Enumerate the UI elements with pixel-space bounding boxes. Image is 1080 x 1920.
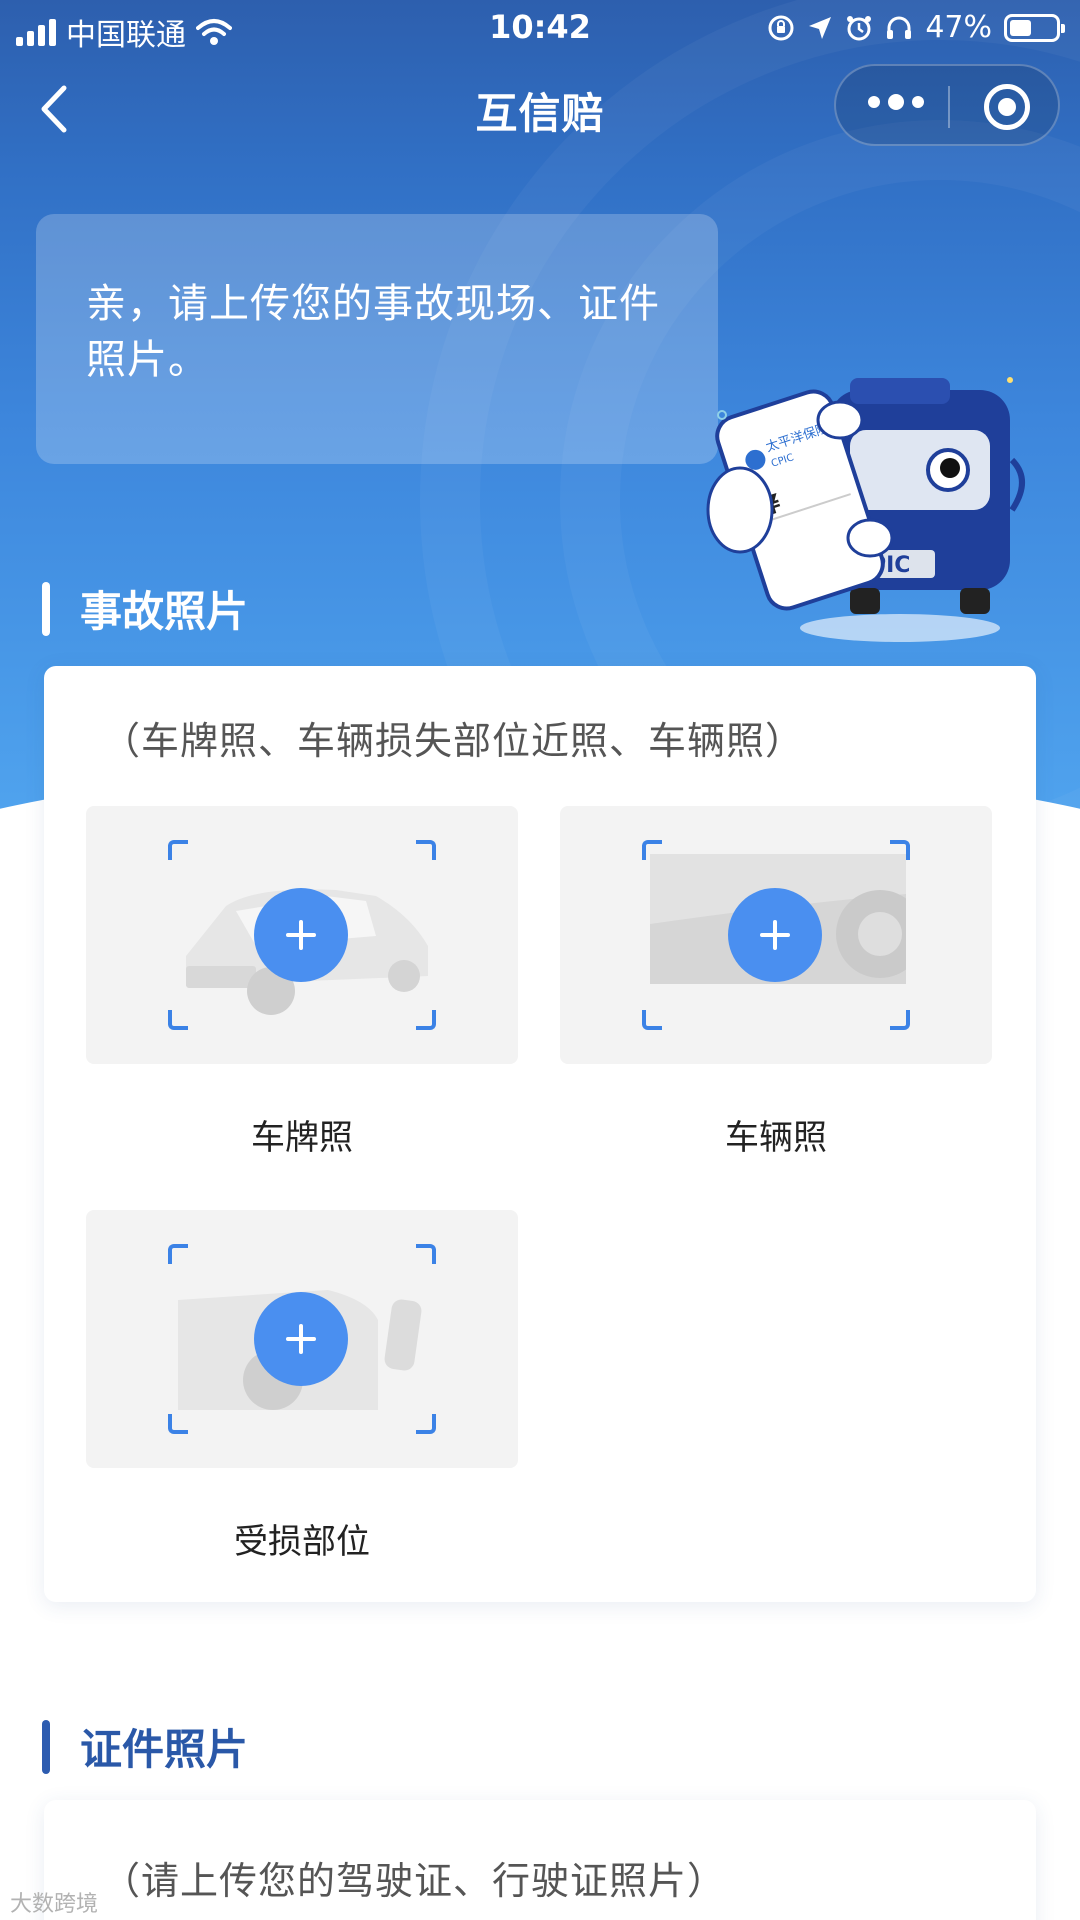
battery-icon	[1004, 13, 1065, 42]
document-section-header: 证件照片	[42, 1716, 248, 1777]
add-photo-icon[interactable]	[728, 888, 822, 982]
watermark: 大数跨境	[10, 1892, 99, 1917]
instruction-bubble: 亲，请上传您的事故现场、证件照片。	[36, 214, 718, 464]
headphones-icon	[887, 16, 912, 39]
nav-bar: 互信赔	[0, 54, 1080, 164]
upload-box[interactable]	[560, 806, 992, 1064]
accident-hint: （车牌照、车辆损失部位近照、车辆照）	[102, 719, 805, 763]
rotation-lock-icon	[768, 15, 794, 40]
section-accent-bar	[42, 1719, 50, 1774]
close-mini-program-icon[interactable]	[984, 84, 1030, 130]
mini-program-capsule	[834, 64, 1060, 146]
alarm-icon	[847, 15, 872, 40]
accident-photos-card: （车牌照、车辆损失部位近照、车辆照） 车牌照 车辆照 受损部位	[44, 666, 1036, 1602]
location-icon	[809, 16, 832, 39]
upload-tile-license-plate[interactable]: 车牌照	[86, 806, 518, 1159]
tile-label: 车牌照	[251, 1118, 353, 1158]
battery-percent: 47%	[925, 10, 992, 45]
add-photo-icon[interactable]	[254, 888, 348, 982]
add-photo-icon[interactable]	[254, 1292, 348, 1386]
upload-box[interactable]	[86, 1210, 518, 1468]
accident-section-title: 事故照片	[80, 587, 249, 636]
upload-tile-damaged-part[interactable]: 受损部位	[86, 1210, 518, 1563]
instruction-text: 亲，请上传您的事故现场、证件照片。	[86, 281, 660, 383]
upload-box[interactable]	[86, 806, 518, 1064]
more-options-icon[interactable]	[868, 94, 924, 110]
upload-tile-vehicle[interactable]: 车辆照	[560, 806, 992, 1159]
mascot-illustration: PIC 太平洋保险 CPIC ¥	[706, 377, 1025, 642]
document-photos-card: （请上传您的驾驶证、行驶证照片）	[44, 1800, 1036, 1920]
document-section-title: 证件照片	[80, 1725, 249, 1774]
status-bar: 中国联通 10:42 47%	[0, 0, 1080, 54]
document-hint: （请上传您的驾驶证、行驶证照片）	[102, 1859, 727, 1903]
section-accent-bar	[42, 581, 50, 636]
tile-label: 车辆照	[725, 1118, 827, 1158]
tile-label: 受损部位	[234, 1522, 370, 1562]
accident-section-header: 事故照片	[42, 578, 248, 639]
